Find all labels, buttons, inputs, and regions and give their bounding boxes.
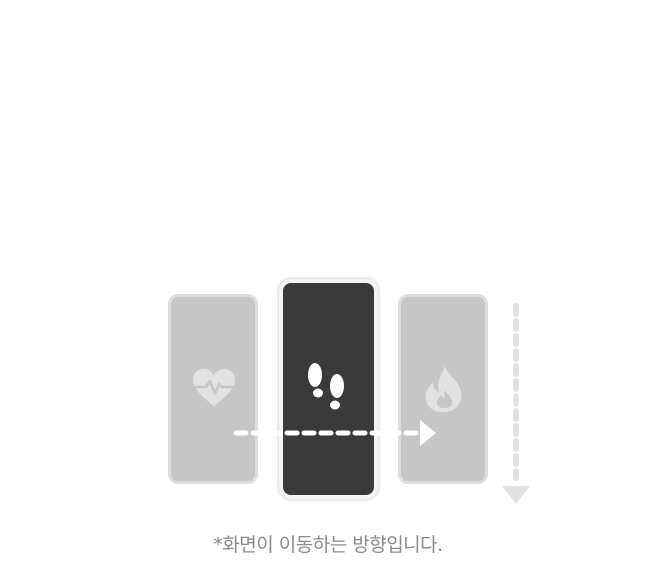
screen-direction-diagram: *화면이 이동하는 방향입니다. bbox=[0, 0, 656, 586]
heart-rate-icon bbox=[193, 369, 235, 406]
direction-caption: *화면이 이동하는 방향입니다. bbox=[213, 534, 443, 556]
horizontal-direction-arrow bbox=[233, 420, 436, 446]
vertical-direction-arrow bbox=[502, 303, 530, 504]
flame-icon bbox=[425, 366, 462, 413]
footsteps-icon bbox=[308, 363, 344, 410]
